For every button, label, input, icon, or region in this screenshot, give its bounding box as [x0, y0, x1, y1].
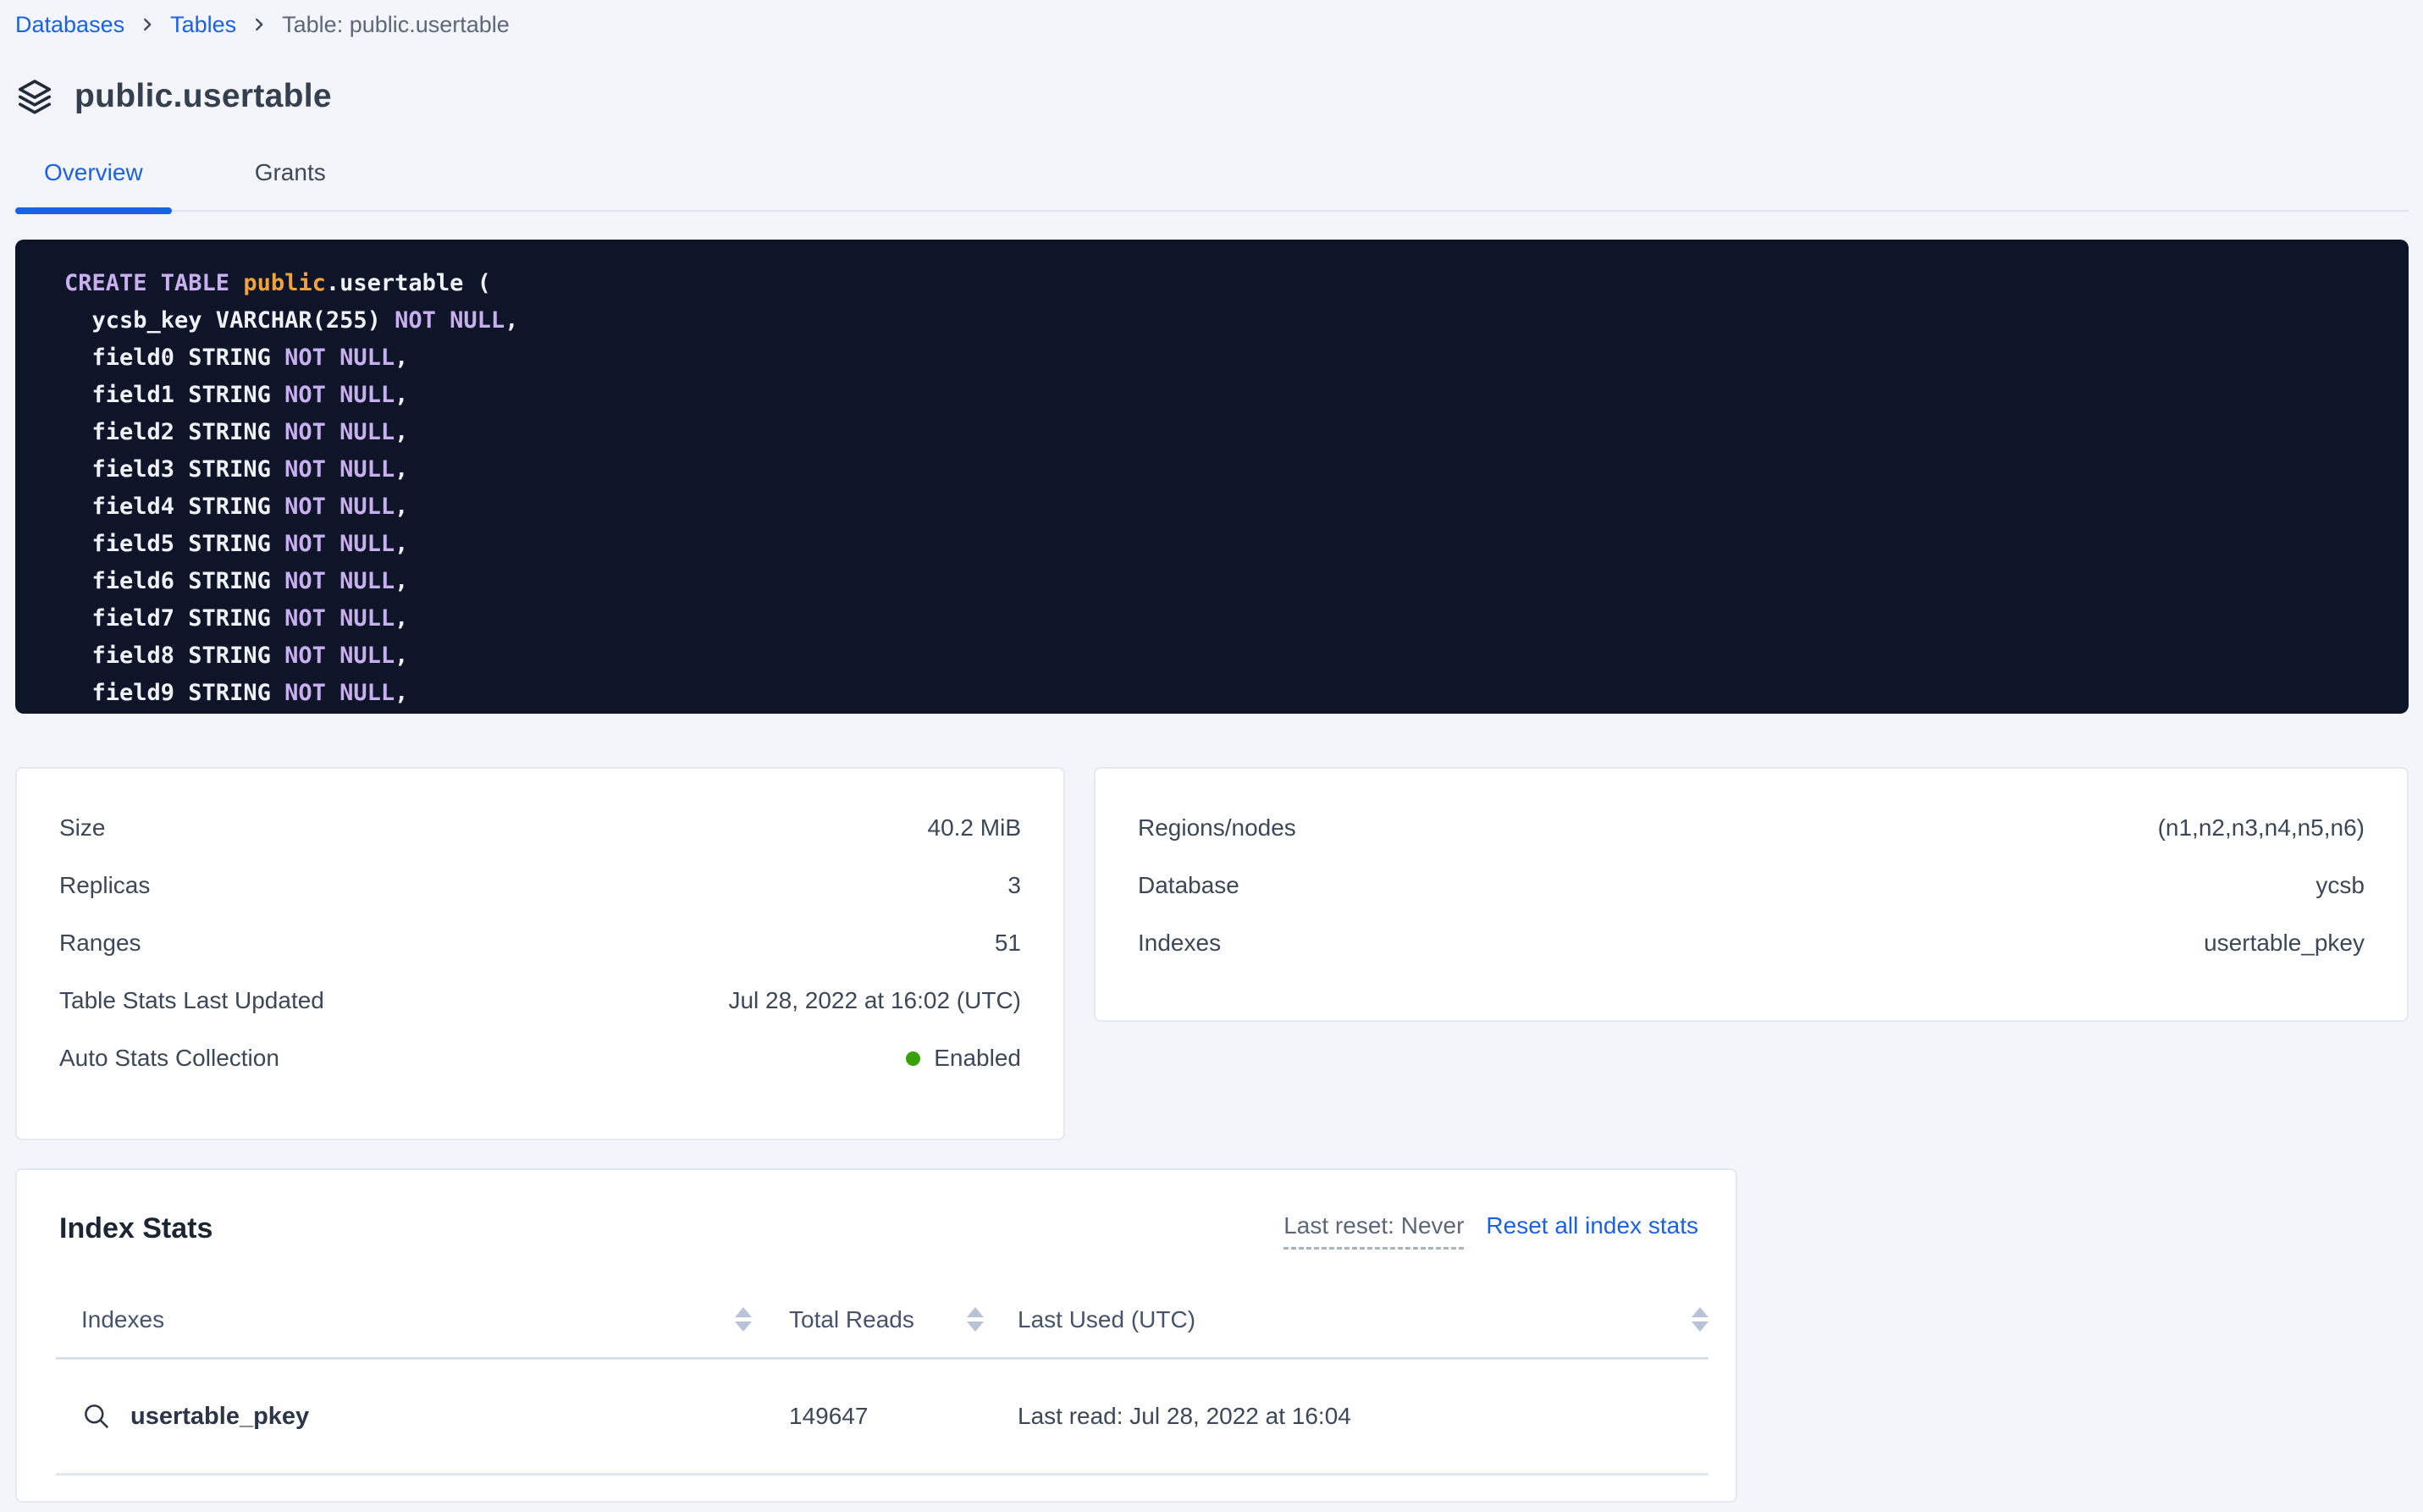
detail-panels: Size 40.2 MiB Replicas 3 Ranges 51 Table…	[15, 767, 2409, 1140]
table-header-row: Indexes Total Reads Last Used (UTC)	[56, 1282, 1708, 1360]
stat-row-replicas: Replicas 3	[59, 857, 1021, 914]
index-name-cell: usertable_pkey	[56, 1401, 789, 1432]
code-line: field8 STRING NOT NULL,	[64, 637, 2392, 675]
stat-label: Regions/nodes	[1138, 814, 1296, 842]
index-stats-table: Indexes Total Reads Last Used (UTC)	[56, 1282, 1708, 1476]
stat-value: ycsb	[2315, 872, 2365, 899]
table-details-page: Databases Tables Table: public.usertable…	[0, 0, 2423, 1503]
index-stats-header: Index Stats Last reset: Never Reset all …	[17, 1212, 1736, 1253]
code-line: field3 STRING NOT NULL,	[64, 451, 2392, 488]
code-line: field0 STRING NOT NULL,	[64, 339, 2392, 377]
stat-label: Replicas	[59, 872, 150, 899]
stat-row-ranges: Ranges 51	[59, 914, 1021, 972]
page-header: public.usertable	[15, 76, 2409, 117]
column-header-indexes[interactable]: Indexes	[56, 1306, 789, 1333]
stat-value: Enabled	[906, 1045, 1021, 1072]
code-line: field9 STRING NOT NULL,	[64, 675, 2392, 712]
stat-value: 51	[995, 930, 1021, 957]
stat-row-database: Database ycsb	[1138, 857, 2365, 914]
table-stats-panel: Size 40.2 MiB Replicas 3 Ranges 51 Table…	[15, 767, 1065, 1140]
index-name-link[interactable]: usertable_pkey	[81, 1401, 309, 1432]
create-table-statement: CREATE TABLE public.usertable ( ycsb_key…	[15, 240, 2409, 714]
index-stats-panel: Index Stats Last reset: Never Reset all …	[15, 1168, 1737, 1503]
last-used-value: Last read: Jul 28, 2022 at 16:04	[1018, 1403, 1351, 1430]
column-label: Total Reads	[789, 1306, 914, 1333]
breadcrumb-link-tables[interactable]: Tables	[170, 12, 236, 38]
column-label: Indexes	[81, 1306, 164, 1333]
sort-icon[interactable]	[967, 1307, 984, 1332]
last-reset-label[interactable]: Last reset: Never	[1283, 1212, 1464, 1250]
code-line: field5 STRING NOT NULL,	[64, 526, 2392, 563]
total-reads-value: 149647	[789, 1403, 868, 1430]
stat-value: usertable_pkey	[2204, 930, 2365, 957]
code-line: field4 STRING NOT NULL,	[64, 488, 2392, 526]
table-row: usertable_pkey 149647 Last read: Jul 28,…	[56, 1360, 1708, 1476]
code-line: field6 STRING NOT NULL,	[64, 563, 2392, 600]
last-used-cell: Last read: Jul 28, 2022 at 16:04	[1018, 1403, 1708, 1430]
stat-row-indexes: Indexes usertable_pkey	[1138, 914, 2365, 972]
sort-icon[interactable]	[1692, 1307, 1708, 1332]
stat-label: Table Stats Last Updated	[59, 987, 324, 1014]
stat-row-stats-updated: Table Stats Last Updated Jul 28, 2022 at…	[59, 972, 1021, 1029]
breadcrumb-current: Table: public.usertable	[282, 12, 510, 38]
code-line: ycsb_key VARCHAR(255) NOT NULL,	[64, 302, 2392, 339]
stat-label: Indexes	[1138, 930, 1221, 957]
breadcrumb-link-databases[interactable]: Databases	[15, 12, 124, 38]
stat-row-size: Size 40.2 MiB	[59, 799, 1021, 857]
stat-value: 3	[1007, 872, 1021, 899]
page-title: public.usertable	[75, 78, 332, 115]
index-stats-title: Index Stats	[59, 1212, 212, 1245]
code-line: field1 STRING NOT NULL,	[64, 377, 2392, 414]
table-info-panel: Regions/nodes (n1,n2,n3,n4,n5,n6) Databa…	[1094, 767, 2409, 1022]
code-line: field2 STRING NOT NULL,	[64, 414, 2392, 451]
breadcrumb: Databases Tables Table: public.usertable	[15, 8, 2409, 41]
stat-label: Size	[59, 814, 105, 842]
stack-icon	[15, 77, 54, 116]
column-header-last-used[interactable]: Last Used (UTC)	[1018, 1306, 1708, 1333]
status-text: Enabled	[934, 1045, 1021, 1072]
total-reads-cell: 149647	[789, 1403, 1018, 1430]
index-stats-actions: Last reset: Never Reset all index stats	[1283, 1212, 1698, 1250]
chevron-right-icon	[250, 15, 268, 34]
tab-overview[interactable]: Overview	[15, 159, 172, 210]
stat-label: Auto Stats Collection	[59, 1045, 279, 1072]
magnifier-icon	[81, 1401, 112, 1432]
column-header-total-reads[interactable]: Total Reads	[789, 1306, 1018, 1333]
stat-row-regions: Regions/nodes (n1,n2,n3,n4,n5,n6)	[1138, 799, 2365, 857]
tab-bar: Overview Grants	[15, 159, 2409, 212]
stat-row-auto-stats: Auto Stats Collection Enabled	[59, 1029, 1021, 1087]
stat-value: 40.2 MiB	[928, 814, 1022, 842]
column-label: Last Used (UTC)	[1018, 1306, 1195, 1333]
stat-value: (n1,n2,n3,n4,n5,n6)	[2158, 814, 2365, 842]
code-line: field7 STRING NOT NULL,	[64, 600, 2392, 637]
sort-icon[interactable]	[735, 1307, 752, 1332]
stat-label: Database	[1138, 872, 1239, 899]
chevron-right-icon	[138, 15, 157, 34]
stat-value: Jul 28, 2022 at 16:02 (UTC)	[728, 987, 1021, 1014]
status-dot-enabled-icon	[906, 1051, 920, 1066]
reset-all-index-stats-link[interactable]: Reset all index stats	[1486, 1212, 1698, 1239]
stat-label: Ranges	[59, 930, 141, 957]
tab-grants[interactable]: Grants	[226, 159, 355, 210]
index-name: usertable_pkey	[130, 1403, 309, 1431]
code-line: CREATE TABLE public.usertable (	[64, 265, 2392, 302]
